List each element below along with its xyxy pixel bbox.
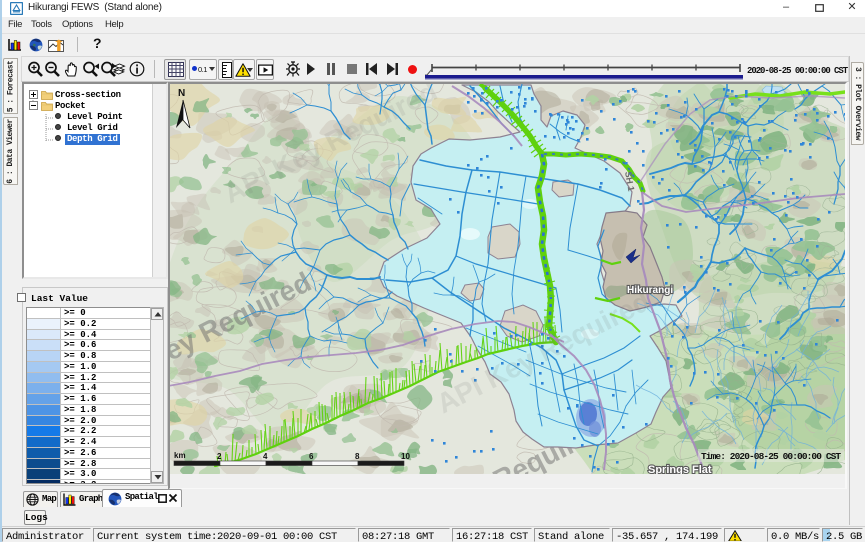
svg-text:6: 6 [309, 452, 314, 461]
svg-text:2: 2 [217, 452, 222, 461]
svg-text:Springs Flat: Springs Flat [648, 464, 712, 474]
svg-text:8: 8 [355, 452, 360, 461]
svg-text:Hikurangi: Hikurangi [627, 285, 673, 296]
svg-text:km: km [174, 451, 186, 460]
svg-text:N: N [178, 88, 185, 99]
svg-text:Time: 2020-08-25 00:00:00 CST: Time: 2020-08-25 00:00:00 CST [701, 451, 841, 462]
svg-text:4: 4 [263, 452, 268, 461]
svg-text:10: 10 [401, 452, 410, 461]
